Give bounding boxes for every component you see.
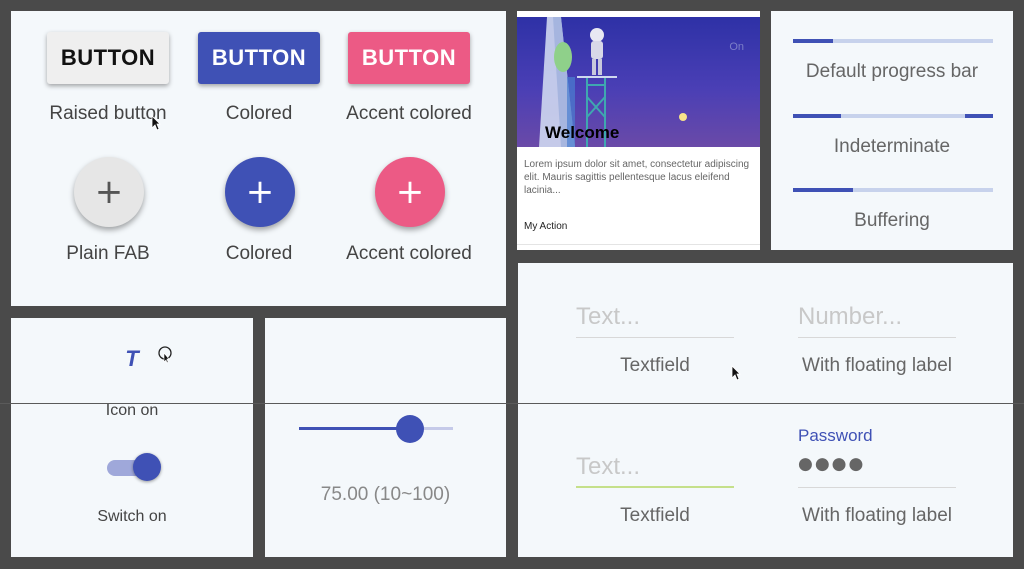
- accent-button-caption: Accent colored: [346, 103, 472, 124]
- buffering-progress-bar: [793, 188, 993, 192]
- textfield-focused-input[interactable]: Text...: [576, 453, 640, 481]
- divider-line: [0, 403, 1024, 404]
- textfield-input[interactable]: Text...: [576, 303, 640, 331]
- card-corner-text: On: [729, 41, 744, 53]
- textfield-caption: Textfield: [620, 355, 690, 376]
- textfield-underline: [576, 337, 734, 338]
- card-image: On Welcome: [517, 17, 760, 147]
- switch-thumb: [133, 453, 161, 481]
- buffering-progress-caption: Buffering: [854, 210, 930, 231]
- toggle-panel: T Icon on Switch on: [11, 318, 253, 557]
- card-divider: [517, 244, 760, 245]
- plain-fab[interactable]: +: [74, 157, 144, 227]
- slider-track-fill: [299, 427, 411, 430]
- indeterminate-progress-segment: [793, 114, 841, 118]
- add-icon: +: [395, 172, 425, 212]
- buffering-progress-fill: [793, 188, 853, 192]
- password-floating-label: Password: [798, 426, 873, 445]
- icon-toggle-caption: Icon on: [105, 402, 159, 419]
- progress-panel: Default progress bar Indeterminate Buffe…: [771, 11, 1013, 250]
- slider-thumb[interactable]: [396, 415, 425, 443]
- default-progress-bar: [793, 39, 993, 43]
- plain-fab-caption: Plain FAB: [66, 243, 150, 264]
- format-italic-icon: T: [125, 346, 139, 371]
- colored-fab-caption: Colored: [225, 243, 293, 264]
- number-field-caption: With floating label: [802, 355, 952, 376]
- default-progress-caption: Default progress bar: [805, 61, 979, 82]
- indeterminate-progress-caption: Indeterminate: [833, 136, 951, 157]
- password-underline: [798, 487, 956, 488]
- textfields-panel: Text... Textfield Number... With floatin…: [518, 263, 1013, 557]
- card-body-text: Lorem ipsum dolor sit amet, consectetur …: [524, 159, 750, 196]
- card-panel: On Welcome Lorem ipsum dolor sit amet, c…: [517, 11, 760, 250]
- indeterminate-progress-bar: [793, 114, 993, 118]
- busy-cursor-icon: [158, 346, 172, 364]
- accent-fab-caption: Accent colored: [346, 243, 472, 264]
- slider-value: 75.00 (10~100): [320, 484, 451, 505]
- card-action-link[interactable]: My Action: [524, 221, 567, 232]
- buttons-panel: BUTTON BUTTON BUTTON Raised button Color…: [11, 11, 506, 306]
- accent-colored-fab[interactable]: +: [375, 157, 445, 227]
- colored-fab[interactable]: +: [225, 157, 295, 227]
- number-input[interactable]: Number...: [798, 303, 902, 331]
- slider-panel: 75.00 (10~100): [265, 318, 506, 557]
- indeterminate-progress-segment: [965, 114, 993, 118]
- textfield-focused-caption: Textfield: [620, 505, 690, 526]
- switch-caption: Switch on: [97, 508, 167, 525]
- textfield-focused-underline: [576, 486, 734, 488]
- colored-button[interactable]: BUTTON: [198, 32, 320, 84]
- raised-button[interactable]: BUTTON: [47, 32, 169, 84]
- mouse-cursor-icon: [151, 115, 161, 131]
- mouse-cursor-icon: [731, 365, 741, 381]
- password-field-caption: With floating label: [802, 505, 952, 526]
- default-progress-fill: [793, 39, 833, 43]
- password-input[interactable]: ●●●●: [798, 454, 865, 474]
- add-icon: +: [245, 172, 275, 212]
- number-underline: [798, 337, 956, 338]
- accent-colored-button[interactable]: BUTTON: [348, 32, 470, 84]
- add-icon: +: [94, 172, 124, 212]
- card-title: Welcome: [545, 123, 620, 142]
- colored-button-caption: Colored: [225, 103, 293, 124]
- icon-toggle[interactable]: T: [117, 344, 147, 374]
- switch-toggle[interactable]: [107, 452, 163, 482]
- slider[interactable]: [299, 414, 453, 444]
